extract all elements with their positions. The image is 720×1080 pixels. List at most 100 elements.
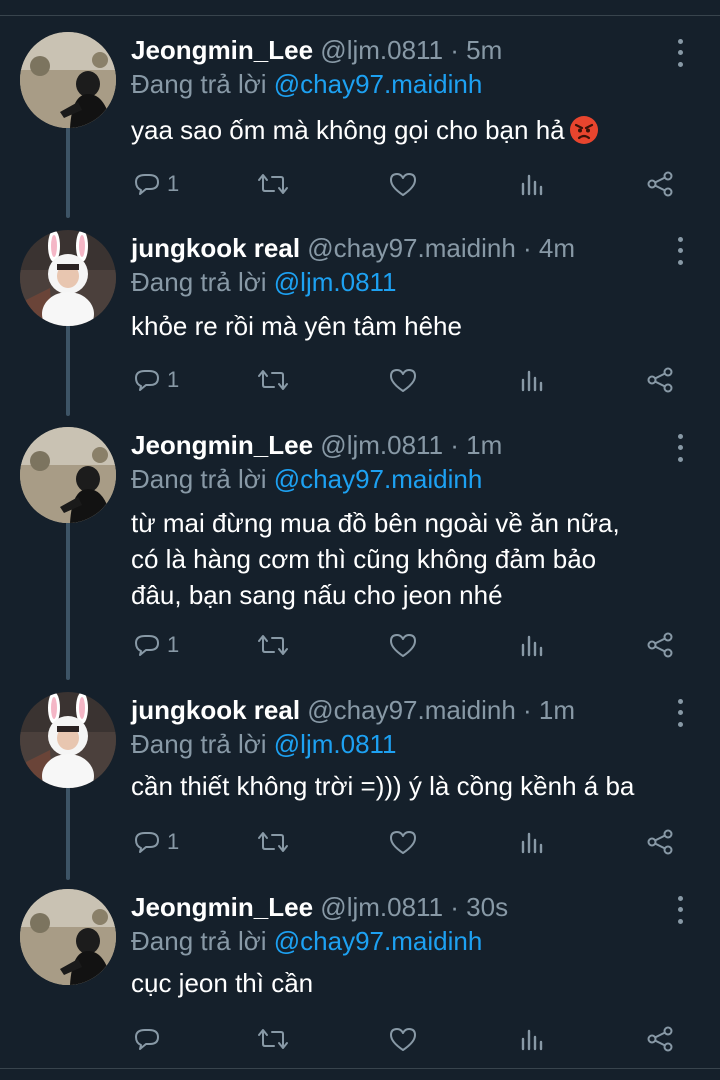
timestamp[interactable]: · 1m xyxy=(523,695,575,725)
reply-button[interactable]: 1 xyxy=(133,630,179,660)
replying-label: Đang trả lời xyxy=(131,464,274,494)
reply-icon xyxy=(135,1029,159,1050)
reply-icon xyxy=(135,370,159,391)
replying-label: Đang trả lời xyxy=(131,267,274,297)
tweet-text-content: yaa sao ốm mà không gọi cho bạn hả xyxy=(131,115,565,145)
share-button[interactable] xyxy=(645,827,675,857)
handle[interactable]: @ljm.0811 xyxy=(320,35,443,65)
mention-link[interactable]: @chay97.maidinh xyxy=(274,926,483,956)
share-icon xyxy=(647,367,673,393)
like-button[interactable] xyxy=(388,169,418,199)
jeongmin-avatar-image xyxy=(20,427,116,523)
mention-link[interactable]: @chay97.maidinh xyxy=(274,464,483,494)
like-button[interactable] xyxy=(388,365,418,395)
tweet-actions xyxy=(0,1024,720,1054)
analytics-button[interactable] xyxy=(518,1024,546,1054)
retweet-icon xyxy=(258,635,288,655)
reply-icon xyxy=(135,635,159,656)
reply-button[interactable]: 1 xyxy=(133,169,179,199)
handle[interactable]: @ljm.0811 xyxy=(320,430,443,460)
mention-link[interactable]: @chay97.maidinh xyxy=(274,69,483,99)
more-options-icon[interactable] xyxy=(670,36,690,70)
avatar[interactable] xyxy=(20,427,116,523)
timestamp[interactable]: · 30s xyxy=(450,892,508,922)
retweet-button[interactable] xyxy=(256,630,290,660)
mention-link[interactable]: @ljm.0811 xyxy=(274,267,397,297)
retweet-button[interactable] xyxy=(256,1024,290,1054)
more-options-icon[interactable] xyxy=(670,696,690,730)
mention-link[interactable]: @ljm.0811 xyxy=(274,729,397,759)
share-icon xyxy=(647,829,673,855)
share-icon xyxy=(647,171,673,197)
angry-face-emoji-icon xyxy=(569,116,598,144)
reply-icon xyxy=(135,174,159,195)
tweet-header: Jeongmin_Lee @ljm.0811 · 1m xyxy=(131,429,671,461)
share-button[interactable] xyxy=(645,365,675,395)
tweet-text: cục jeon thì cần xyxy=(131,968,314,998)
replying-to: Đang trả lời @chay97.maidinh xyxy=(131,463,482,495)
display-name[interactable]: Jeongmin_Lee xyxy=(131,35,313,65)
tweet-header: jungkook real @chay97.maidinh · 1m xyxy=(131,694,671,726)
analytics-button[interactable] xyxy=(518,827,546,857)
tweet-text: khỏe re rồi mà yên tâm hêhe xyxy=(131,311,462,341)
handle[interactable]: @chay97.maidinh xyxy=(307,695,516,725)
share-button[interactable] xyxy=(645,169,675,199)
reply-button[interactable] xyxy=(133,1024,167,1054)
like-button[interactable] xyxy=(388,827,418,857)
analytics-icon xyxy=(521,832,543,854)
analytics-icon xyxy=(521,1029,543,1051)
tweet-text-line: đâu, bạn sang nấu cho jeon nhé xyxy=(131,580,503,610)
display-name[interactable]: Jeongmin_Lee xyxy=(131,892,313,922)
reply-button[interactable]: 1 xyxy=(133,827,179,857)
timestamp[interactable]: · 4m xyxy=(523,233,575,263)
analytics-button[interactable] xyxy=(518,365,546,395)
reply-count: 1 xyxy=(167,632,180,657)
more-options-icon[interactable] xyxy=(670,893,690,927)
display-name[interactable]: Jeongmin_Lee xyxy=(131,430,313,460)
timestamp[interactable]: · 5m xyxy=(450,35,502,65)
heart-icon xyxy=(390,369,416,392)
replying-to: Đang trả lời @ljm.0811 xyxy=(131,728,397,760)
more-options-icon[interactable] xyxy=(670,431,690,465)
replying-to: Đang trả lời @ljm.0811 xyxy=(131,266,397,298)
tweet-header: jungkook real @chay97.maidinh · 4m xyxy=(131,232,671,264)
share-button[interactable] xyxy=(645,630,675,660)
retweet-icon xyxy=(258,1029,288,1049)
replying-label: Đang trả lời xyxy=(131,69,274,99)
retweet-button[interactable] xyxy=(256,827,290,857)
jeongmin-avatar-image xyxy=(20,32,116,128)
tweet-text: cần thiết không trời =))) ý là cồng kềnh… xyxy=(131,771,635,801)
analytics-icon xyxy=(521,635,543,657)
reply-icon xyxy=(135,832,159,853)
reply-count: 1 xyxy=(167,171,180,196)
tweet-text: yaa sao ốm mà không gọi cho bạn hả xyxy=(131,112,701,148)
tweet-thread: Jeongmin_Lee @ljm.0811 · 5m Đang trả lời… xyxy=(0,0,720,1080)
display-name[interactable]: jungkook real xyxy=(131,233,300,263)
analytics-button[interactable] xyxy=(518,630,546,660)
avatar[interactable] xyxy=(20,889,116,985)
jeongmin-avatar-image xyxy=(20,889,116,985)
retweet-icon xyxy=(258,174,288,194)
like-button[interactable] xyxy=(388,630,418,660)
reply-button[interactable]: 1 xyxy=(133,365,179,395)
handle[interactable]: @ljm.0811 xyxy=(320,892,443,922)
avatar[interactable] xyxy=(20,32,116,128)
timestamp[interactable]: · 1m xyxy=(450,430,502,460)
replying-to: Đang trả lời @chay97.maidinh xyxy=(131,68,482,100)
replying-to: Đang trả lời @chay97.maidinh xyxy=(131,925,482,957)
jungkook-bunny-avatar-image xyxy=(20,692,116,788)
retweet-button[interactable] xyxy=(256,169,290,199)
analytics-button[interactable] xyxy=(518,169,546,199)
tweet-text-line: có là hàng cơm thì cũng không đảm bảo xyxy=(131,544,597,574)
tweet-text-line: từ mai đừng mua đồ bên ngoài về ăn nữa, xyxy=(131,508,620,538)
handle[interactable]: @chay97.maidinh xyxy=(307,233,516,263)
replying-label: Đang trả lời xyxy=(131,926,274,956)
more-options-icon[interactable] xyxy=(670,234,690,268)
like-button[interactable] xyxy=(388,1024,418,1054)
display-name[interactable]: jungkook real xyxy=(131,695,300,725)
share-button[interactable] xyxy=(645,1024,675,1054)
retweet-button[interactable] xyxy=(256,365,290,395)
reply-count: 1 xyxy=(167,829,180,854)
avatar[interactable] xyxy=(20,692,116,788)
avatar[interactable] xyxy=(20,230,116,326)
